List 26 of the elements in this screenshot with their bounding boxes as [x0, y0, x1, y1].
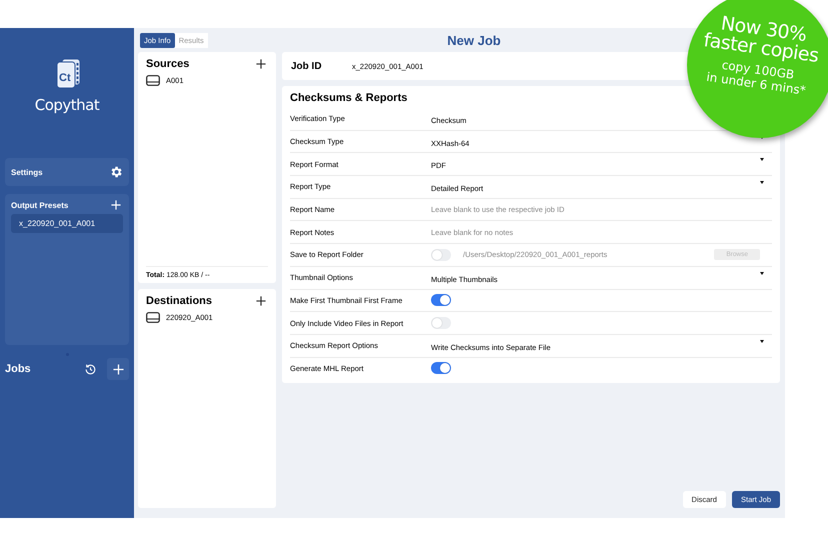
settings-label: Settings [11, 168, 43, 176]
drive-icon [146, 312, 160, 323]
caret-icon [760, 180, 764, 184]
caret-icon [760, 158, 764, 162]
settings-icon[interactable] [109, 165, 123, 179]
toggle-switch[interactable] [431, 317, 451, 330]
logo-letters: Ct [59, 72, 71, 84]
app-name: Copythat [34, 96, 100, 114]
caret-icon [760, 272, 764, 275]
jobs-title: Jobs [5, 363, 32, 375]
add-icon[interactable] [256, 296, 266, 306]
caret-icon [760, 340, 764, 343]
add-icon[interactable] [256, 59, 266, 69]
drive-icon [146, 75, 160, 86]
page-title: New Job [446, 32, 501, 48]
plus-icon [112, 364, 124, 374]
add-job-button[interactable] [107, 358, 129, 380]
sources-title: Sources [146, 58, 190, 70]
toggle-switch[interactable] [431, 362, 451, 374]
preset-item[interactable]: x_220920_001_A001 [11, 214, 123, 233]
checksums-title: Checksums & Reports [290, 92, 408, 104]
toggle-switch[interactable] [431, 294, 451, 306]
job-id-label: Job ID [291, 60, 323, 72]
history-icon[interactable] [84, 362, 97, 376]
output-presets-title: Output Presets [11, 200, 68, 210]
destinations-title: Destinations [146, 295, 212, 307]
